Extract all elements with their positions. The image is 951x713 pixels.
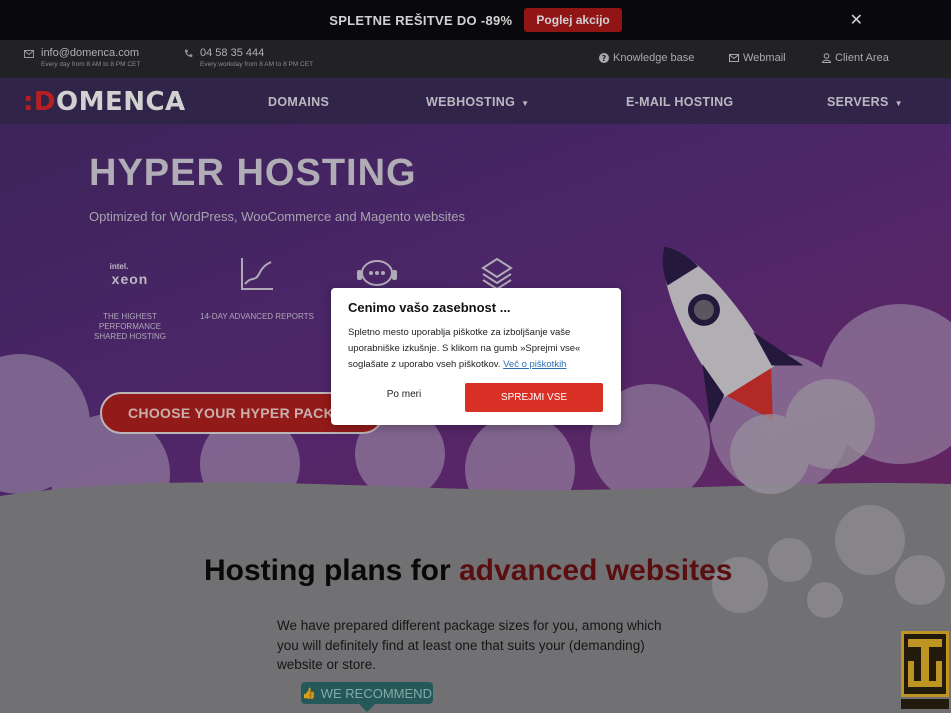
- feature-reports: 14-DAY ADVANCED REPORTS: [197, 254, 317, 322]
- logo-mark: :D: [23, 87, 56, 117]
- badge-pointer: [359, 704, 375, 712]
- question-circle-icon: ?: [599, 53, 609, 63]
- logo-text: OMENCA: [55, 87, 186, 117]
- client-area-label: Client Area: [835, 52, 889, 64]
- main-nav: :DOMENCA DOMAINS WEBHOSTING ▼ E-MAIL HOST…: [0, 78, 951, 124]
- cookie-consent-dialog: Cenimo vašo zasebnost ... Spletno mesto …: [331, 288, 621, 425]
- promo-bar: SPLETNE REŠITVE DO -89% Poglej akcijo ✕: [0, 0, 951, 40]
- nav-item-domains[interactable]: DOMAINS: [268, 95, 329, 109]
- email-address[interactable]: info@domenca.com: [41, 47, 140, 60]
- feature-label: THE HIGHEST PERFORMANCE SHARED HOSTING: [93, 312, 166, 341]
- user-icon: [822, 53, 831, 63]
- knowledge-base-label: Knowledge base: [613, 52, 695, 64]
- cloud-decoration: [712, 505, 945, 618]
- envelope-icon: [729, 54, 739, 62]
- knowledge-base-link[interactable]: ? Knowledge base: [599, 52, 694, 64]
- plans-description: We have prepared different package sizes…: [277, 618, 662, 672]
- cookie-text: Spletno mesto uporablja piškotke za izbo…: [348, 327, 581, 370]
- nav-item-webhosting[interactable]: WEBHOSTING ▼: [426, 95, 529, 109]
- cookie-info-link[interactable]: Več o piškotkih: [503, 359, 566, 370]
- plans-title: Hosting plans for advanced websites: [204, 554, 733, 587]
- nav-item-email-hosting[interactable]: E-MAIL HOSTING: [626, 95, 733, 109]
- thumbs-up-icon: 👍: [302, 687, 316, 700]
- webmail-label: Webmail: [743, 52, 786, 64]
- phone-icon: [184, 49, 193, 69]
- customize-cookies-button[interactable]: Po meri: [371, 389, 437, 400]
- promo-button[interactable]: Poglej akcijo: [524, 8, 622, 32]
- nav-item-servers[interactable]: SERVERS ▼: [827, 95, 903, 109]
- email-contact[interactable]: info@domenca.com Every day from 8 AM to …: [24, 47, 140, 69]
- feature-xeon: intel. xeon THE HIGHEST PERFORMANCE SHAR…: [85, 254, 175, 342]
- feature-label: 14-DAY ADVANCED REPORTS: [200, 312, 314, 321]
- accept-all-button[interactable]: SPREJMI VSE: [465, 383, 603, 412]
- phone-hours: Every workday from 8 AM to 8 PM CET: [200, 61, 314, 68]
- phone-contact[interactable]: 04 58 35 444 Every workday from 8 AM to …: [184, 47, 313, 69]
- hero-title: HYPER HOSTING: [89, 152, 417, 194]
- plans-section: Hosting plans for advanced websites We h…: [0, 500, 951, 713]
- recommend-badge: 👍 WE RECOMMEND: [301, 682, 433, 704]
- phone-number[interactable]: 04 58 35 444: [200, 47, 313, 60]
- intel-xeon-icon: intel. xeon: [109, 261, 149, 287]
- caret-down-icon: ▼: [894, 99, 903, 108]
- svg-text:?: ?: [602, 54, 607, 63]
- chart-line-icon: [197, 254, 317, 294]
- caret-down-icon: ▼: [521, 99, 530, 108]
- cookie-title: Cenimo vašo zasebnost ...: [348, 300, 511, 315]
- webmail-link[interactable]: Webmail: [729, 52, 786, 64]
- site-watermark: [901, 631, 949, 709]
- envelope-icon: [24, 49, 34, 69]
- close-icon[interactable]: ✕: [850, 10, 863, 30]
- hero-subtitle: Optimized for WordPress, WooCommerce and…: [89, 209, 465, 224]
- promo-text: SPLETNE REŠITVE DO -89%: [329, 12, 513, 28]
- email-hours: Every day from 8 AM to 8 PM CET: [41, 61, 141, 68]
- recommend-label: WE RECOMMEND: [320, 685, 432, 701]
- info-bar: info@domenca.com Every day from 8 AM to …: [0, 40, 951, 78]
- client-area-link[interactable]: Client Area: [822, 52, 889, 64]
- plans-title-accent: advanced websites: [459, 554, 733, 587]
- logo[interactable]: :DOMENCA: [23, 87, 186, 117]
